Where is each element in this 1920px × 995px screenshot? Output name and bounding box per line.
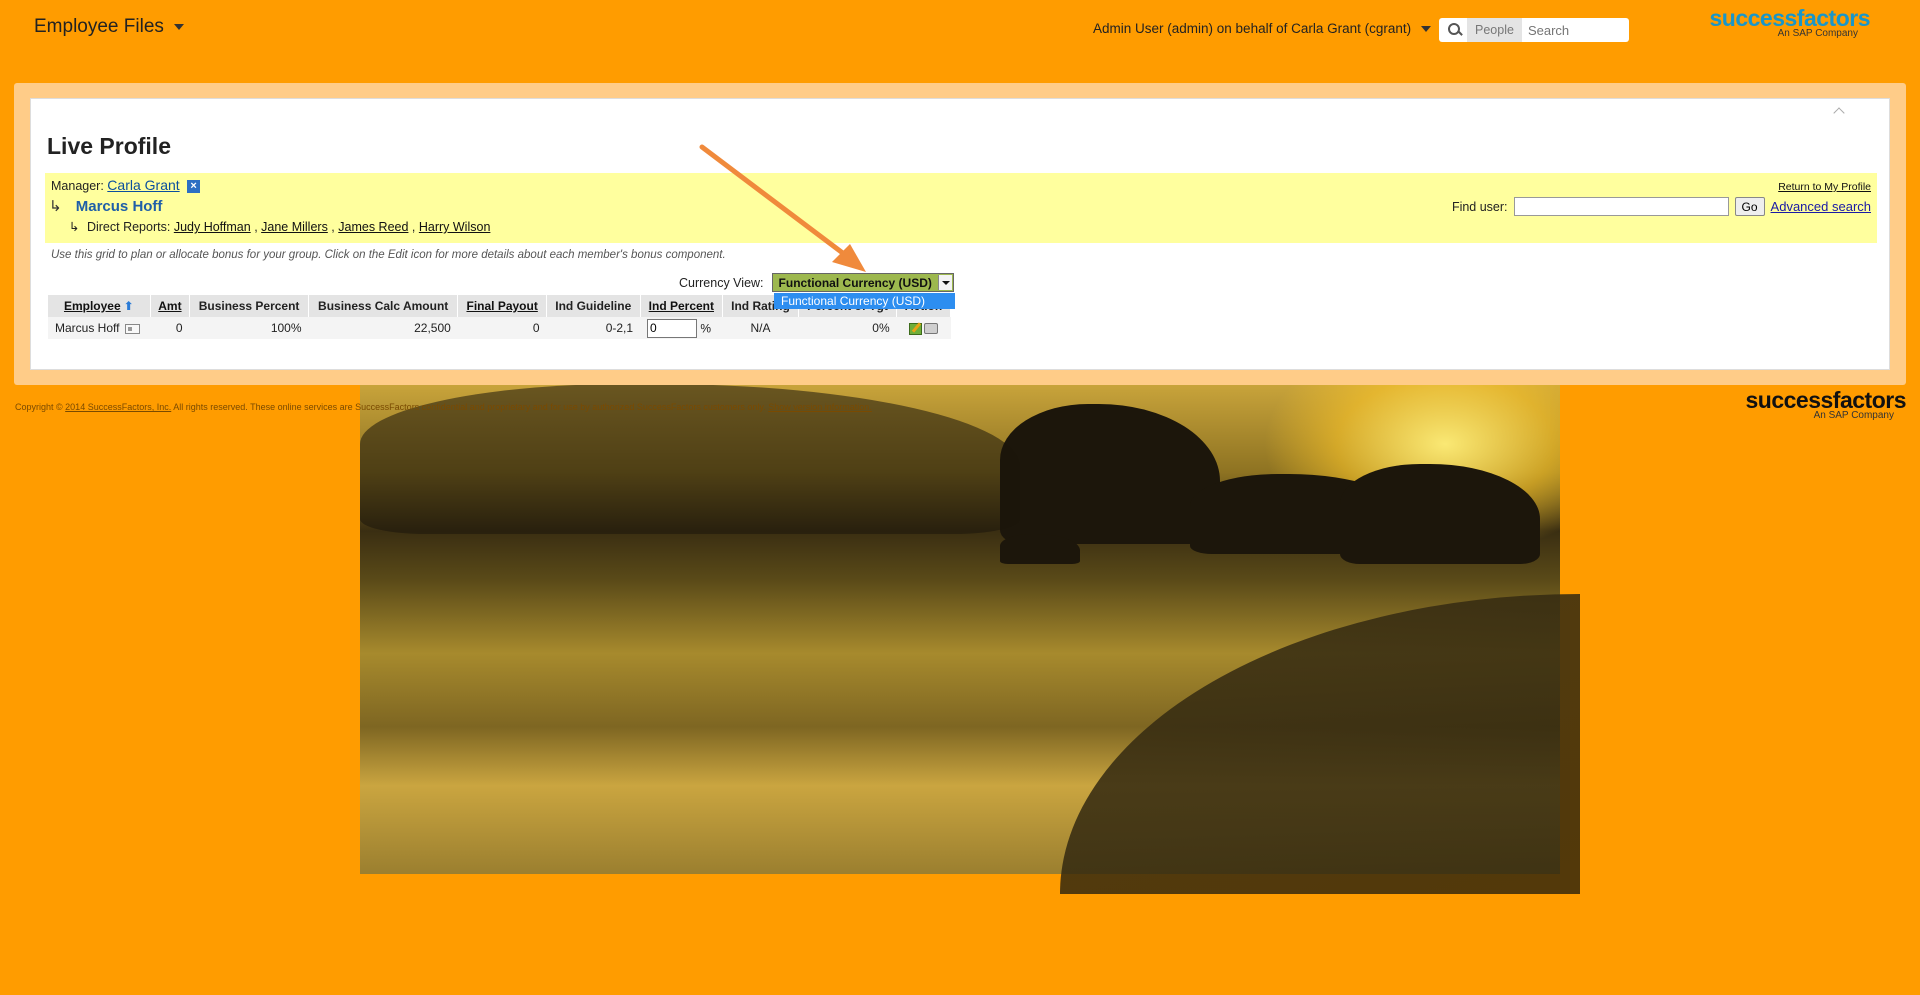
chevron-down-icon[interactable] — [937, 275, 952, 290]
col-business-percent: Business Percent — [189, 295, 310, 317]
logo-wordmark: successfactors — [1745, 387, 1907, 413]
col-employee-link[interactable]: Employee — [64, 299, 121, 313]
edit-icon[interactable] — [909, 322, 923, 335]
col-employee[interactable]: Employee ⬆ — [48, 295, 151, 317]
copyright: Copyright © 2014 SuccessFactors, Inc. Al… — [15, 402, 872, 412]
search-input[interactable] — [1521, 22, 1622, 38]
cell-final-payout: 0 — [457, 317, 547, 339]
go-button[interactable]: Go — [1734, 197, 1765, 216]
direct-reports-line: ↳ Direct Reports: Judy Hoffman , Jane Mi… — [69, 220, 491, 234]
ind-percent-input[interactable] — [647, 318, 698, 338]
direct-report-link[interactable]: James Reed — [338, 220, 408, 234]
employee-name: Marcus Hoff — [55, 321, 120, 335]
collapse-icon[interactable] — [1833, 105, 1845, 117]
col-ind-percent-link[interactable]: Ind Percent — [649, 299, 714, 313]
copyright-link[interactable]: 2014 SuccessFactors, Inc. — [65, 402, 171, 412]
col-amt-link[interactable]: Amt — [158, 299, 181, 313]
cell-action — [896, 317, 951, 339]
cell-percent-of-tgt: 0% — [798, 317, 897, 339]
profile-card-icon[interactable] — [125, 323, 141, 334]
successfactors-logo: successfactors An SAP Company — [1684, 5, 1871, 39]
cell-ind-rating: N/A — [722, 317, 799, 339]
cell-business-calc-amount: 22,500 — [308, 317, 458, 339]
return-to-profile-link[interactable]: Return to My Profile — [1778, 181, 1871, 193]
return-to-profile: Return to My Profile — [1778, 181, 1871, 193]
cell-ind-guideline: 0-2,1 — [546, 317, 641, 339]
cell-business-percent: 100% — [189, 317, 309, 339]
chevron-down-icon — [1421, 25, 1432, 32]
page-title: Live Profile — [47, 133, 171, 159]
manager-label: Manager: — [51, 179, 104, 193]
currency-option[interactable]: Functional Currency (USD) — [774, 293, 955, 309]
direct-report-link[interactable]: Harry Wilson — [419, 220, 491, 234]
find-user-input[interactable] — [1513, 197, 1729, 216]
module-menu-label: Employee Files — [34, 16, 164, 37]
shoreline — [1060, 594, 1580, 894]
proxy-user-menu[interactable]: Admin User (admin) on behalf of Carla Gr… — [1093, 21, 1432, 36]
current-employee-name[interactable]: Marcus Hoff — [76, 198, 163, 215]
currency-selected-value: Functional Currency (USD) — [778, 275, 932, 290]
search-icon[interactable] — [1439, 18, 1467, 42]
table-row: Marcus Hoff 0 100% 22,500 0 0-2,1 % N/A … — [48, 317, 951, 339]
copyright-prefix: Copyright © — [15, 402, 63, 412]
chevron-down-icon — [173, 24, 184, 30]
close-icon[interactable]: × — [187, 180, 201, 194]
version-info-link[interactable]: Show version information. — [768, 402, 872, 412]
col-final-payout[interactable]: Final Payout — [457, 295, 548, 317]
find-user-label: Find user: — [1451, 199, 1508, 214]
col-ind-percent[interactable]: Ind Percent — [640, 295, 724, 317]
manager-line: Manager: Carla Grant × — [51, 177, 201, 194]
live-profile-panel: Live Profile Manager: Carla Grant × ↳ Ma… — [30, 98, 1890, 370]
direct-report-link[interactable]: Judy Hoffman — [174, 220, 251, 234]
currency-view: Currency View: Functional Currency (USD) — [679, 273, 954, 292]
cell-ind-percent: % — [640, 317, 723, 339]
manager-link[interactable]: Carla Grant — [107, 177, 179, 193]
col-amt[interactable]: Amt — [150, 295, 191, 317]
find-user: Find user: Go Advanced search — [1452, 197, 1871, 216]
print-icon[interactable] — [924, 323, 939, 335]
tree-branch-icon: ↳ — [49, 198, 62, 215]
proxy-user-label: Admin User (admin) on behalf of Carla Gr… — [1093, 21, 1412, 36]
col-final-payout-link[interactable]: Final Payout — [466, 299, 537, 313]
top-bar: Employee Files Admin User (admin) on beh… — [0, 0, 1920, 70]
currency-view-label: Currency View: — [679, 275, 764, 290]
org-chart-band: Manager: Carla Grant × ↳ Marcus Hoff ↳ D… — [45, 173, 1877, 243]
module-menu[interactable]: Employee Files — [34, 16, 184, 38]
col-ind-guideline: Ind Guideline — [546, 295, 641, 317]
direct-report-link[interactable]: Jane Millers — [261, 220, 328, 234]
current-employee: ↳ Marcus Hoff — [49, 197, 162, 215]
advanced-search-link[interactable]: Advanced search — [1771, 199, 1871, 214]
cell-employee: Marcus Hoff — [48, 317, 151, 339]
logo-wordmark: successfactors — [1709, 5, 1871, 31]
currency-select[interactable]: Functional Currency (USD) — [771, 273, 954, 292]
background-photo — [360, 384, 1580, 894]
search-scope[interactable]: People — [1467, 18, 1522, 42]
sort-up-icon[interactable]: ⬆ — [124, 299, 134, 313]
col-business-calc-amount: Business Calc Amount — [308, 295, 459, 317]
copyright-text: All rights reserved. These online servic… — [173, 402, 766, 412]
cell-amt: 0 — [150, 317, 190, 339]
global-search: People — [1439, 18, 1629, 42]
ind-percent-unit: % — [700, 321, 712, 335]
successfactors-logo-footer: successfactors An SAP Company — [1706, 387, 1907, 421]
tree-branch-icon: ↳ — [69, 220, 80, 234]
direct-reports-label: Direct Reports: — [86, 220, 171, 234]
grid-instructions: Use this grid to plan or allocate bonus … — [51, 249, 726, 261]
